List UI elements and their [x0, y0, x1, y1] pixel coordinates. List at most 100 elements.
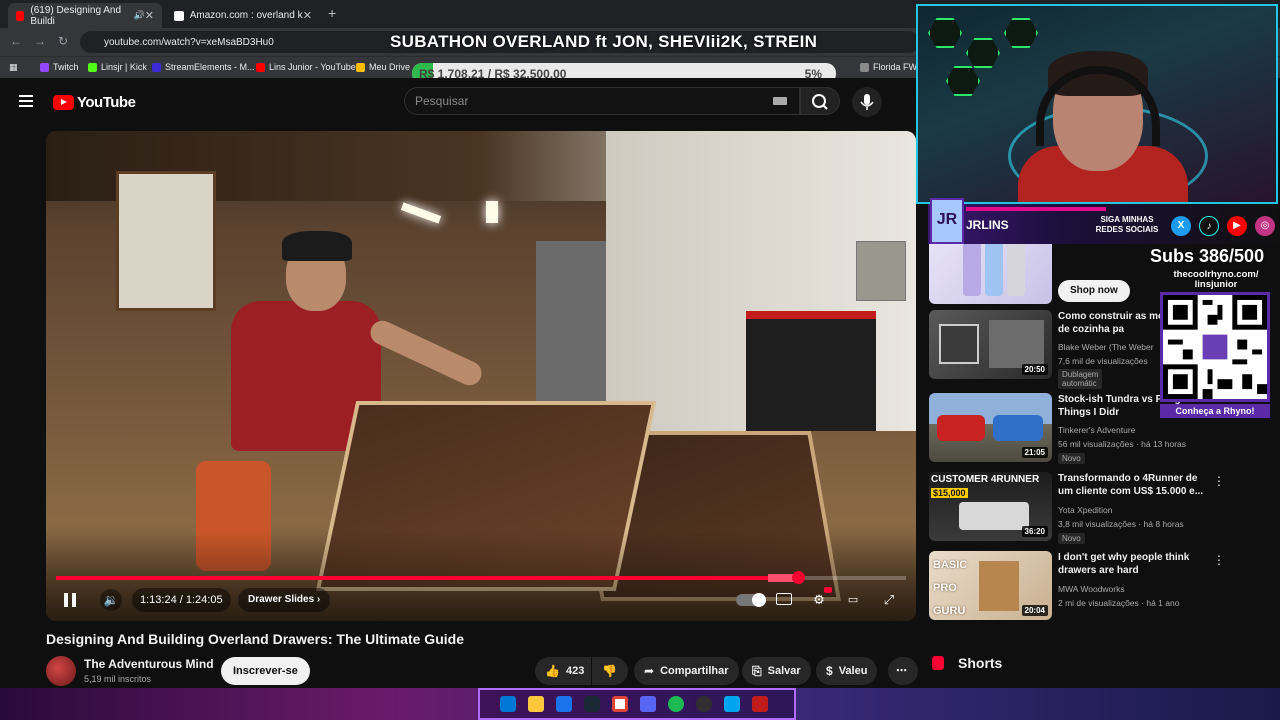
ad-thumbnail	[929, 236, 1052, 304]
search-button[interactable]	[800, 87, 840, 115]
rec-title: I don't get why people think drawers are…	[1058, 552, 1190, 576]
qr-code	[1160, 292, 1270, 402]
volume-icon[interactable]: 🔉	[100, 589, 122, 611]
video-progress-bar[interactable]	[56, 571, 906, 584]
subs-goal: Subs 386/500	[1150, 246, 1265, 266]
miniplayer-icon[interactable]: ▭	[842, 591, 864, 609]
screen: (619) Designing And Buildi 🔊 ✕ Amazon.co…	[0, 0, 1280, 720]
more-options-icon[interactable]: ⋮	[1213, 553, 1225, 567]
subscriber-count: 5,19 mil inscritos	[84, 674, 152, 684]
windows-start-icon[interactable]	[500, 696, 516, 712]
rec-channel[interactable]: MWA Woodworks	[1058, 584, 1125, 594]
rec-meta: 3,8 mil visualizações · há 8 horas	[1058, 519, 1184, 529]
rec-meta: 2 mi de visualizações · há 1 ano	[1058, 598, 1180, 608]
apps-icon[interactable]: ▦	[9, 62, 18, 73]
rec-title: Transformando o 4Runner de um cliente co…	[1058, 473, 1204, 497]
back-icon[interactable]: ←	[10, 34, 22, 48]
dislike-button[interactable]: 👎	[592, 657, 628, 685]
video-player[interactable]: 🔉 1:13:24 / 1:24:05 Drawer Slides › ⚙ ▭ …	[46, 131, 916, 621]
browser-icon[interactable]	[556, 696, 572, 712]
settings-icon[interactable]: ⚙	[808, 591, 830, 609]
bookmark-drive[interactable]: Meu Drive	[356, 62, 410, 72]
thumb-text: CUSTOMER 4RUNNER	[931, 474, 1040, 485]
subscribe-button[interactable]: Inscrever-se	[221, 657, 310, 685]
new-tab-icon[interactable]: +	[328, 5, 336, 21]
bookmark-florida-fwc[interactable]: Florida FWC	[860, 62, 924, 72]
share-button[interactable]: ➦ Compartilhar	[634, 657, 739, 685]
rec-channel[interactable]: Tinkerer's Adventure	[1058, 425, 1135, 435]
more-icon: ⋯	[896, 665, 907, 677]
bookmark-streamelements[interactable]: StreamElements - M...	[152, 62, 255, 72]
tab-amazon[interactable]: Amazon.com : overland kitchen ✕	[166, 3, 320, 28]
video-frame-cap	[282, 231, 352, 261]
forward-icon[interactable]: →	[34, 34, 46, 48]
menu-icon[interactable]	[19, 95, 33, 110]
truck-shape	[959, 502, 1029, 530]
duration-badge: 21:05	[1021, 447, 1048, 458]
fullscreen-icon[interactable]: ⤢	[878, 591, 900, 609]
like-count: 423	[565, 665, 585, 677]
hex-light-decor	[946, 66, 980, 96]
bookmark-icon: ⎘	[752, 664, 762, 678]
shop-now-button[interactable]: Shop now	[1058, 280, 1130, 302]
voice-search-button[interactable]	[852, 87, 882, 117]
reload-icon[interactable]: ↻	[58, 34, 68, 48]
chrome-icon[interactable]	[612, 696, 628, 712]
like-button[interactable]: 👍 423	[535, 657, 591, 685]
file-explorer-icon[interactable]	[528, 696, 544, 712]
more-options-icon[interactable]: ⋮	[1213, 474, 1225, 488]
youtube-icon	[256, 62, 265, 72]
tab-title: (619) Designing And Buildi	[30, 4, 122, 27]
truck-shape	[937, 415, 985, 441]
youtube-favicon-icon	[16, 10, 25, 21]
steam-icon[interactable]	[584, 696, 600, 712]
save-button[interactable]: ⎘ Salvar	[742, 657, 811, 685]
app-icon[interactable]	[724, 696, 740, 712]
channel-avatar[interactable]	[46, 656, 76, 686]
video-frame-toolboard	[116, 171, 216, 311]
social-cta: SIGA MINHAS REDES SOCIAIS	[1095, 215, 1159, 234]
youtube-social-icon: ▶	[1227, 216, 1247, 236]
hd-badge	[824, 587, 832, 593]
duration-badge: 20:50	[1021, 364, 1048, 375]
youtube-logo[interactable]: YouTube	[53, 94, 136, 111]
thanks-button[interactable]: $ Valeu	[816, 657, 878, 685]
channel-name[interactable]: The Adventurous Mind	[84, 657, 214, 671]
discord-icon[interactable]	[640, 696, 656, 712]
logo-text: YouTube	[77, 94, 136, 111]
bookmark-kick[interactable]: Linsjr | Kick	[88, 62, 147, 72]
tab-youtube[interactable]: (619) Designing And Buildi 🔊 ✕	[8, 3, 162, 28]
duration-badge: 20:04	[1021, 605, 1048, 616]
close-tab-icon[interactable]: ✕	[303, 9, 312, 22]
bookmark-label: Lins Junior - YouTube	[269, 62, 356, 72]
bookmark-twitch[interactable]: Twitch	[40, 62, 79, 72]
thumb-shape	[939, 324, 979, 364]
taskbar-app-strip	[478, 688, 796, 720]
qr-code-pattern	[1163, 295, 1267, 399]
pause-button[interactable]	[64, 593, 76, 607]
share-icon: ➦	[644, 664, 655, 678]
chapter-button[interactable]: Drawer Slides ›	[238, 588, 331, 612]
thumb-text: BASIC PRO GURU	[933, 559, 968, 617]
spotify-icon[interactable]	[668, 696, 684, 712]
autoplay-toggle[interactable]	[736, 593, 766, 607]
captions-icon[interactable]	[776, 593, 792, 605]
close-tab-icon[interactable]: ✕	[145, 9, 154, 22]
obs-icon[interactable]	[696, 696, 712, 712]
truck-shape	[993, 415, 1043, 441]
thumb-shape	[989, 320, 1044, 368]
thumbs-down-icon: 👎	[602, 664, 617, 678]
search-input[interactable]: Pesquisar	[404, 87, 800, 115]
drive-icon	[356, 62, 365, 72]
scrubber-handle[interactable]	[792, 571, 806, 584]
video-thumbnail: CUSTOMER 4RUNNER $15,000 36:20	[929, 472, 1052, 541]
amazon-favicon-icon	[174, 10, 184, 21]
shorts-section[interactable]: Shorts	[932, 655, 1002, 671]
bookmark-youtube[interactable]: Lins Junior - YouTube	[256, 62, 356, 72]
rec-channel[interactable]: Yota Xpedition	[1058, 505, 1113, 515]
app-icon[interactable]	[752, 696, 768, 712]
keyboard-icon[interactable]	[773, 97, 787, 105]
rec-channel[interactable]: Blake Weber (The Weber	[1058, 342, 1154, 352]
phone-shape	[963, 242, 981, 296]
more-actions-button[interactable]: ⋯	[888, 657, 918, 685]
